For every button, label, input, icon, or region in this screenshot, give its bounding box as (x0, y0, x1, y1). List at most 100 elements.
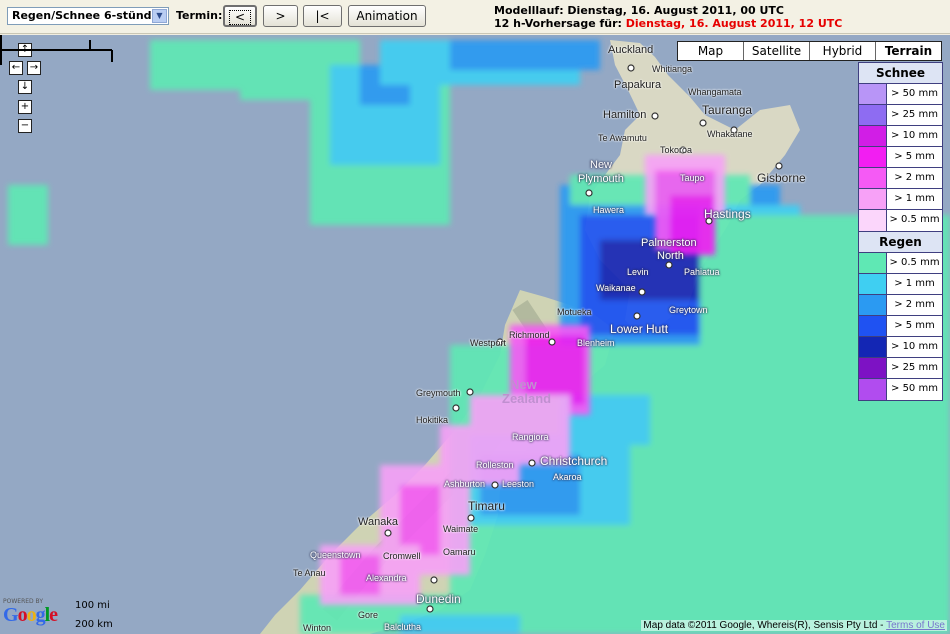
city-label: Cromwell (383, 551, 421, 561)
snow-legend-swatch (859, 210, 887, 231)
rain-legend-label: > 10 mm (891, 341, 938, 352)
snow-legend-title: Schnee (859, 63, 942, 84)
rain-legend-swatch (859, 358, 887, 378)
city-label: Whakatane (707, 129, 753, 139)
product-select-value: Regen/Schnee 6-stündig (12, 9, 164, 22)
product-select[interactable]: Regen/Schnee 6-stündig ▼ (7, 7, 169, 25)
forecast-info: 12 h-Vorhersage für: Dienstag, 16. Augus… (494, 17, 842, 30)
region-label: New (510, 377, 537, 392)
rain-legend-row: > 25 mm (859, 358, 942, 379)
city-label: Queenstown (310, 550, 361, 560)
snow-legend-label: > 25 mm (891, 109, 938, 120)
map-type-satellite[interactable]: Satellite (744, 42, 810, 60)
city-label: Timaru (468, 499, 505, 513)
previous-button[interactable]: < (223, 5, 257, 27)
termin-label: Termin: (176, 9, 223, 22)
city-label: Winton (303, 623, 332, 633)
snow-legend-label: > 2 mm (894, 172, 935, 183)
map-type-terrain[interactable]: Terrain (876, 42, 941, 60)
city-label: Hastings (704, 207, 751, 221)
rain-legend-row: > 50 mm (859, 379, 942, 400)
city-label: Tauranga (702, 103, 753, 117)
city-label: Tokoroa (660, 145, 693, 155)
city-label: Whitianga (652, 64, 693, 74)
rain-legend-swatch (859, 337, 887, 357)
rain-legend-swatch (859, 379, 887, 400)
snow-legend-row: > 5 mm (859, 147, 942, 168)
city-label: Alexandra (366, 573, 407, 583)
terms-of-use-link[interactable]: Terms of Use (886, 620, 945, 631)
rain-legend-label: > 5 mm (894, 320, 935, 331)
rain-legend: Regen > 0.5 mm > 1 mm > 2 mm > 5 mm > 10 mm >… (858, 231, 943, 401)
chevron-down-icon[interactable]: ▼ (152, 9, 167, 23)
pan-down-button[interactable]: ↓ (18, 80, 32, 94)
animation-button[interactable]: Animation (348, 5, 426, 27)
city-label: Palmerston (641, 237, 697, 249)
city-label: Blenheim (577, 338, 615, 348)
region-label: Zealand (502, 391, 552, 406)
snow-legend-swatch (859, 126, 887, 146)
snow-legend-row: > 50 mm (859, 84, 942, 105)
city-label: Oamaru (443, 547, 476, 557)
zoom-out-button[interactable]: − (18, 119, 32, 133)
google-logo[interactable]: POWERED BY Google (3, 598, 58, 626)
rain-legend-row: > 2 mm (859, 295, 942, 316)
forecast-prefix: 12 h-Vorhersage für: (494, 17, 626, 30)
city-label: Auckland (608, 44, 654, 56)
snow-legend-row: > 10 mm (859, 126, 942, 147)
city-label: Gore (358, 610, 379, 620)
snow-legend-swatch (859, 147, 887, 167)
snow-legend: Schnee > 50 mm > 25 mm > 10 mm > 5 mm > 2 mm… (858, 62, 943, 232)
rain-legend-label: > 0.5 mm (889, 257, 940, 268)
rain-legend-row: > 5 mm (859, 316, 942, 337)
snow-legend-row: > 1 mm (859, 189, 942, 210)
snow-legend-swatch (859, 189, 887, 209)
google-wordmark: Google (3, 604, 58, 626)
snow-legend-swatch (859, 168, 887, 188)
city-label: Te Anau (293, 568, 326, 578)
next-button[interactable]: > (263, 5, 298, 27)
map-canvas[interactable]: ↑ ← → ↓ + − Map Satellite Hybrid Terrain… (0, 35, 950, 634)
city-label: Hawera (593, 205, 625, 215)
city-label: North (657, 250, 684, 262)
rain-legend-swatch (859, 274, 887, 294)
snow-legend-swatch (859, 84, 887, 104)
scale-km: 200 km (75, 619, 113, 630)
city-label: Rolleston (476, 460, 514, 470)
rain-legend-label: > 25 mm (891, 362, 938, 373)
scale-miles: 100 mi (75, 600, 110, 611)
snow-legend-row: > 2 mm (859, 168, 942, 189)
city-label: Christchurch (540, 454, 608, 468)
city-label: Te Awamutu (598, 133, 647, 143)
rain-legend-row: > 10 mm (859, 337, 942, 358)
rain-legend-swatch (859, 316, 887, 336)
previous-button-label: < (228, 10, 252, 25)
city-label: Levin (627, 267, 649, 277)
first-button[interactable]: |< (303, 5, 342, 27)
city-label: Wanaka (358, 516, 398, 528)
map-type-map[interactable]: Map (678, 42, 744, 60)
zoom-in-button[interactable]: + (18, 100, 32, 114)
rain-legend-row: > 1 mm (859, 274, 942, 295)
map-layer (8, 40, 950, 634)
city-label: Richmond (509, 330, 550, 340)
snow-legend-swatch (859, 105, 887, 125)
rain-legend-label: > 50 mm (891, 383, 938, 394)
city-label: Dunedin (416, 592, 461, 606)
rain-legend-swatch (859, 253, 887, 273)
city-label: New (590, 159, 613, 171)
city-label: Gisborne (757, 171, 806, 185)
city-label: Westport (470, 338, 506, 348)
snow-legend-label: > 0.5 mm (889, 214, 940, 225)
city-label: Pahiatua (684, 267, 720, 277)
snow-legend-label: > 1 mm (894, 193, 935, 204)
rain-legend-label: > 2 mm (894, 299, 935, 310)
forecast-date: Dienstag, 16. August 2011, 12 UTC (625, 17, 843, 30)
city-label: Greymouth (416, 388, 461, 398)
city-label: Motueka (557, 307, 592, 317)
map-type-control: Map Satellite Hybrid Terrain (677, 41, 942, 61)
map-type-hybrid[interactable]: Hybrid (810, 42, 876, 60)
snow-legend-row: > 0.5 mm (859, 210, 942, 231)
city-label: Taupo (680, 173, 705, 183)
city-label: Waimate (443, 524, 479, 534)
